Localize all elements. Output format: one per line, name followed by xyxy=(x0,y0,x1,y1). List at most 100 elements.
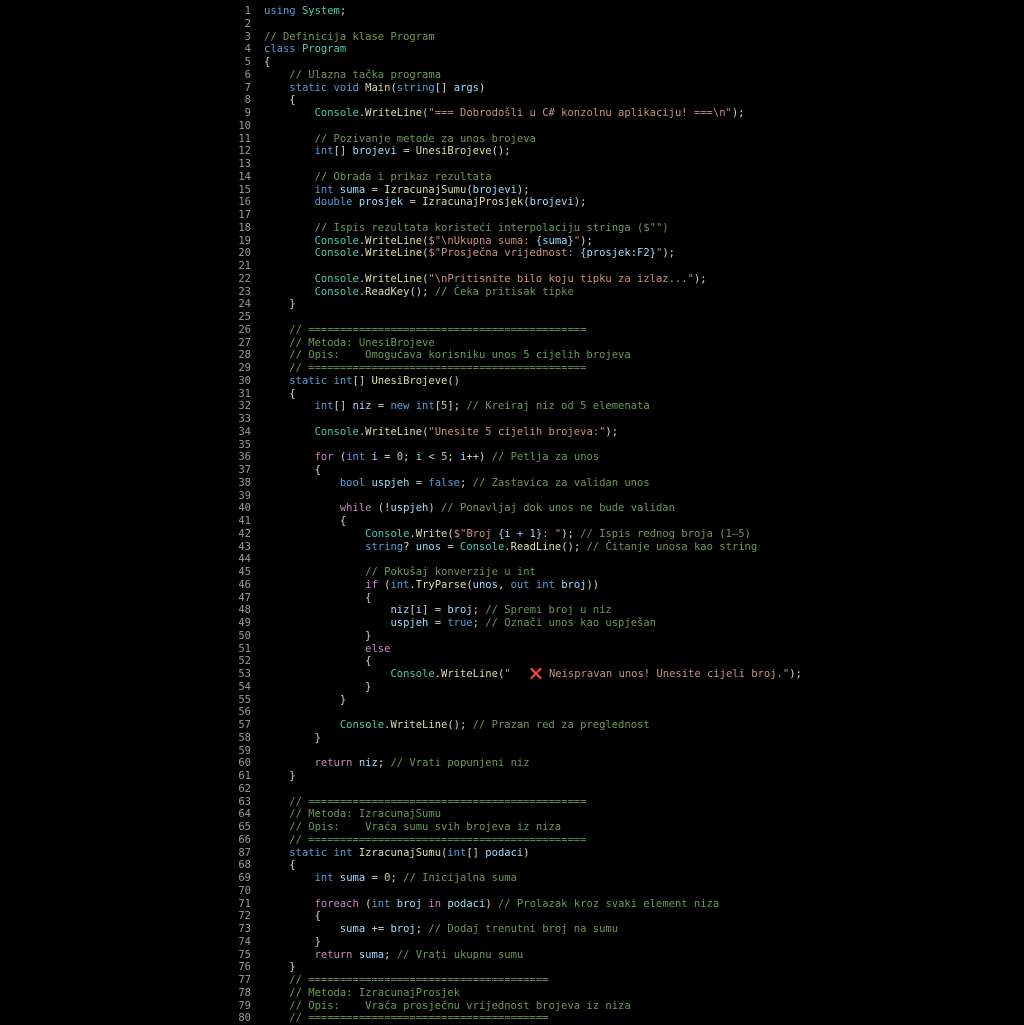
code-text[interactable]: // Metoda: IzracunajSumu xyxy=(264,808,441,821)
code-line[interactable]: 17 xyxy=(0,209,1024,222)
code-line[interactable]: 65 // Opis: Vraća sumu svih brojeva iz n… xyxy=(0,821,1024,834)
code-text[interactable]: return suma; // Vrati ukupnu sumu xyxy=(264,949,524,962)
code-text[interactable]: static int[] UnesiBrojeve() xyxy=(264,375,460,388)
code-line[interactable]: 79 // Opis: Vraća prosječnu vrijednost b… xyxy=(0,1000,1024,1013)
code-text[interactable]: // =====================================… xyxy=(264,1012,548,1025)
code-text[interactable]: // =====================================… xyxy=(264,324,586,337)
code-line[interactable]: 45 // Pokušaj konverzije u int xyxy=(0,566,1024,579)
code-text[interactable]: string? unos = Console.ReadLine(); // Či… xyxy=(264,541,757,554)
code-line[interactable]: 10 xyxy=(0,120,1024,133)
code-line[interactable]: 14 // Obrada i prikaz rezultata xyxy=(0,171,1024,184)
code-text[interactable]: int[] niz = new int[5]; // Kreiraj niz o… xyxy=(264,400,650,413)
code-text[interactable]: static int IzracunajSumu(int[] podaci) xyxy=(264,847,529,860)
code-line[interactable]: 35 xyxy=(0,439,1024,452)
code-text[interactable]: { xyxy=(264,56,270,69)
code-text[interactable]: int[] brojevi = UnesiBrojeve(); xyxy=(264,145,511,158)
code-line[interactable]: 26 // ==================================… xyxy=(0,324,1024,337)
code-text[interactable]: int suma = IzracunajSumu(brojevi); xyxy=(264,184,530,197)
code-line[interactable]: 19 Console.WriteLine($"\nUkupna suma: {s… xyxy=(0,235,1024,248)
code-text[interactable]: } xyxy=(264,630,371,643)
code-line[interactable]: 33 xyxy=(0,413,1024,426)
code-line[interactable]: 69 int suma = 0; // Inicijalna suma xyxy=(0,872,1024,885)
code-line[interactable]: 54 } xyxy=(0,681,1024,694)
code-line[interactable]: 23 Console.ReadKey(); // Čeka pritisak t… xyxy=(0,286,1024,299)
code-line[interactable]: 25 xyxy=(0,311,1024,324)
code-line[interactable]: 8 { xyxy=(0,94,1024,107)
code-text[interactable]: { xyxy=(264,859,295,872)
code-line[interactable]: 55 } xyxy=(0,694,1024,707)
code-line[interactable]: 27 // Metoda: UnesiBrojeve xyxy=(0,337,1024,350)
code-text[interactable]: } xyxy=(264,732,321,745)
code-line[interactable]: 56 xyxy=(0,706,1024,719)
code-line[interactable]: 20 Console.WriteLine($"Prosječna vrijedn… xyxy=(0,247,1024,260)
code-line[interactable]: 43 string? unos = Console.ReadLine(); //… xyxy=(0,541,1024,554)
code-line[interactable]: 49 uspjeh = true; // Označi unos kao usp… xyxy=(0,617,1024,630)
code-line[interactable]: 76 } xyxy=(0,961,1024,974)
code-text[interactable]: return niz; // Vrati popunjeni niz xyxy=(264,757,530,770)
code-line[interactable]: 5{ xyxy=(0,56,1024,69)
code-text[interactable]: // Opis: Vraća prosječnu vrijednost broj… xyxy=(264,1000,630,1013)
code-text[interactable]: { xyxy=(264,910,321,923)
code-text[interactable]: int suma = 0; // Inicijalna suma xyxy=(264,872,517,885)
code-text[interactable]: // Ulazna tačka programa xyxy=(264,69,441,82)
code-text[interactable]: { xyxy=(264,592,371,605)
code-text[interactable]: bool uspjeh = false; // Zastavica za val… xyxy=(264,477,650,490)
code-line[interactable]: 57 Console.WriteLine(); // Prazan red za… xyxy=(0,719,1024,732)
code-line[interactable]: 44 xyxy=(0,553,1024,566)
code-text[interactable]: // Opis: Omogućava korisniku unos 5 cije… xyxy=(264,349,630,362)
code-text[interactable]: } xyxy=(264,694,346,707)
code-text[interactable]: Console.WriteLine("=== Dobrodošli u C# k… xyxy=(264,107,745,120)
code-line[interactable]: 3 // Definicija klase Program xyxy=(0,31,1024,44)
code-text[interactable]: while (!uspjeh) // Ponavljaj dok unos ne… xyxy=(264,502,675,515)
code-line[interactable]: 41 { xyxy=(0,515,1024,528)
code-line[interactable]: 18 // Ispis rezultata koristeći interpol… xyxy=(0,222,1024,235)
code-text[interactable]: double prosjek = IzracunajProsjek(brojev… xyxy=(264,196,587,209)
code-line[interactable]: 16 double prosjek = IzracunajProsjek(bro… xyxy=(0,196,1024,209)
code-text[interactable]: } xyxy=(264,298,295,311)
code-line[interactable]: 30 static int[] UnesiBrojeve() xyxy=(0,375,1024,388)
code-text[interactable]: Console.WriteLine("Unesite 5 cijelih bro… xyxy=(264,426,619,439)
code-text[interactable]: { xyxy=(264,464,321,477)
code-line[interactable]: 22 Console.WriteLine("\nPritisnite bilo … xyxy=(0,273,1024,286)
code-line[interactable]: 62 xyxy=(0,783,1024,796)
code-editor[interactable]: 1 using System; 2 3 // Definicija klase Prog… xyxy=(0,0,1024,1024)
code-text[interactable]: if (int.TryParse(unos, out int broj)) xyxy=(264,579,599,592)
code-line[interactable]: 42 Console.Write($"Broj {i + 1}: "); // … xyxy=(0,528,1024,541)
code-line[interactable]: 77 // ==================================… xyxy=(0,974,1024,987)
code-line[interactable]: 75 return suma; // Vrati ukupnu sumu xyxy=(0,949,1024,962)
code-line[interactable]: 71 foreach (int broj in podaci) // Prola… xyxy=(0,898,1024,911)
code-line[interactable]: 2 xyxy=(0,18,1024,31)
code-line[interactable]: 73 suma += broj; // Dodaj trenutni broj … xyxy=(0,923,1024,936)
code-line[interactable]: 72 { xyxy=(0,910,1024,923)
code-line[interactable]: 21 xyxy=(0,260,1024,273)
code-text[interactable]: } xyxy=(264,961,295,974)
code-line[interactable]: 78 // Metoda: IzracunajProsjek xyxy=(0,987,1024,1000)
code-line[interactable]: 53 Console.WriteLine(" ❌ Neispravan unos… xyxy=(0,668,1024,681)
code-text[interactable]: // Definicija klase Program xyxy=(264,31,435,44)
code-text[interactable]: Console.ReadKey(); // Čeka pritisak tipk… xyxy=(264,286,574,299)
code-text[interactable]: Console.WriteLine($"Prosječna vrijednost… xyxy=(264,247,675,260)
code-text[interactable]: foreach (int broj in podaci) // Prolazak… xyxy=(264,898,720,911)
code-text[interactable]: // =====================================… xyxy=(264,834,586,847)
code-line[interactable]: 60 return niz; // Vrati popunjeni niz xyxy=(0,757,1024,770)
code-line[interactable]: 48 niz[i] = broj; // Spremi broj u niz xyxy=(0,604,1024,617)
code-line[interactable]: 63 // ==================================… xyxy=(0,796,1024,809)
code-text[interactable]: else xyxy=(264,643,390,656)
code-line[interactable]: 7 static void Main(string[] args) xyxy=(0,82,1024,95)
code-line[interactable]: 50 } xyxy=(0,630,1024,643)
code-text[interactable]: static void Main(string[] args) xyxy=(264,82,485,95)
code-text[interactable]: // Metoda: UnesiBrojeve xyxy=(264,337,434,350)
code-text[interactable]: // Pozivanje metode za unos brojeva xyxy=(264,133,536,146)
code-text[interactable]: using System; xyxy=(264,5,346,18)
code-text[interactable]: { xyxy=(264,515,346,528)
code-line[interactable]: 61 } xyxy=(0,770,1024,783)
code-line[interactable]: 38 bool uspjeh = false; // Zastavica za … xyxy=(0,477,1024,490)
code-text[interactable]: // =====================================… xyxy=(264,362,586,375)
code-line[interactable]: 28 // Opis: Omogućava korisniku unos 5 c… xyxy=(0,349,1024,362)
code-line[interactable]: 31 { xyxy=(0,388,1024,401)
code-line[interactable]: 59 xyxy=(0,745,1024,758)
code-line[interactable]: 64 // Metoda: IzracunajSumu xyxy=(0,808,1024,821)
code-line[interactable]: 46 if (int.TryParse(unos, out int broj)) xyxy=(0,579,1024,592)
code-line[interactable]: 12 int[] brojevi = UnesiBrojeve(); xyxy=(0,145,1024,158)
code-text[interactable]: // Metoda: IzracunajProsjek xyxy=(264,987,460,1000)
